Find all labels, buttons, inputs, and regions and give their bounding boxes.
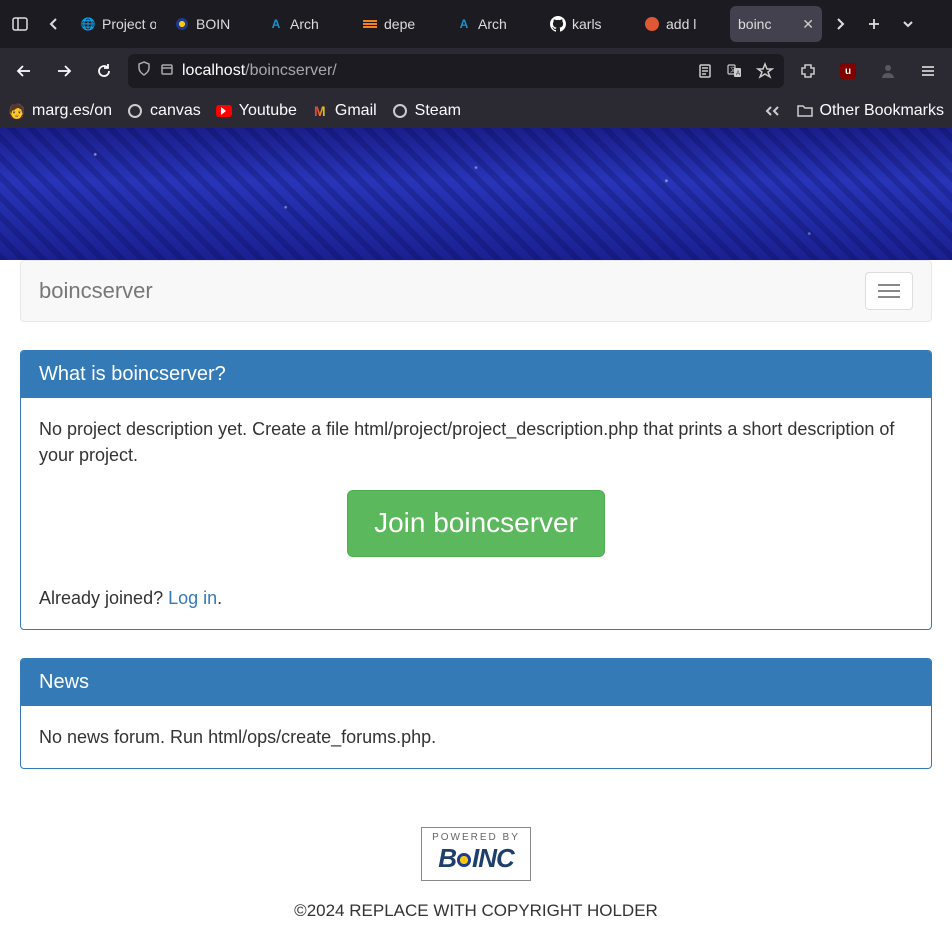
hero-image — [0, 128, 952, 260]
tab-arch-2[interactable]: A Arch — [448, 6, 540, 42]
stackoverflow-icon — [362, 16, 378, 32]
menu-icon[interactable] — [912, 55, 944, 87]
bookmark-canvas[interactable]: canvas — [126, 102, 201, 120]
bookmark-steam[interactable]: Steam — [391, 102, 461, 120]
reader-mode-icon[interactable] — [694, 60, 716, 82]
bookmark-label: Other Bookmarks — [820, 102, 944, 120]
tab-duckduckgo[interactable]: add l — [636, 6, 728, 42]
canvas-icon — [126, 102, 144, 120]
news-body: No news forum. Run html/ops/create_forum… — [21, 706, 931, 768]
join-button[interactable]: Join boincserver — [347, 490, 605, 557]
tab-boinc[interactable]: BOIN — [166, 6, 258, 42]
copyright-text: ©2024 REPLACE WITH COPYRIGHT HOLDER — [0, 901, 952, 921]
bookmarks-bar: 🧑 marg.es/on canvas Youtube M Gmail Stea… — [0, 94, 952, 128]
project-description: No project description yet. Create a fil… — [39, 416, 913, 468]
address-bar[interactable]: localhost/boincserver/ 文A — [128, 54, 784, 88]
nav-toggle-button[interactable] — [865, 272, 913, 310]
login-link[interactable]: Log in — [168, 588, 217, 608]
new-tab-button[interactable] — [858, 8, 890, 40]
tab-label: BOIN — [196, 16, 230, 32]
page-viewport: boincserver What is boincserver? No proj… — [0, 128, 952, 942]
tab-scroll-right-icon[interactable] — [824, 8, 856, 40]
tab-label: depe — [384, 16, 415, 32]
bookmark-gmail[interactable]: M Gmail — [311, 102, 377, 120]
account-icon[interactable] — [872, 55, 904, 87]
tab-arch-1[interactable]: A Arch — [260, 6, 352, 42]
bookmark-label: Gmail — [335, 102, 377, 120]
bookmark-marges[interactable]: 🧑 marg.es/on — [8, 102, 112, 120]
tab-boincserver[interactable]: boinc ✕ — [730, 6, 822, 42]
extensions-icon[interactable] — [792, 55, 824, 87]
tab-project[interactable]: 🌐 Project o — [72, 6, 164, 42]
site-brand[interactable]: boincserver — [39, 278, 153, 304]
bookmark-label: Steam — [415, 102, 461, 120]
tab-stackoverflow[interactable]: depe — [354, 6, 446, 42]
tabs-dropdown-icon[interactable] — [892, 8, 924, 40]
youtube-icon — [215, 102, 233, 120]
gmail-icon: M — [311, 102, 329, 120]
tab-label: karls — [572, 16, 602, 32]
tab-label: Arch — [290, 16, 319, 32]
powered-by-text: POWERED BY — [432, 832, 520, 843]
panel-news: News No news forum. Run html/ops/create_… — [20, 658, 932, 769]
site-navbar: boincserver — [20, 260, 932, 322]
tab-label: Project o — [102, 16, 156, 32]
tab-label: boinc — [738, 16, 771, 32]
arch-icon: A — [268, 16, 284, 32]
bookmark-label: canvas — [150, 102, 201, 120]
svg-text:A: A — [736, 71, 740, 77]
bookmark-youtube[interactable]: Youtube — [215, 102, 297, 120]
panel-what-is: What is boincserver? No project descript… — [20, 350, 932, 630]
panel-title: News — [21, 659, 931, 706]
boinc-logo[interactable]: POWERED BY BINC — [421, 827, 531, 881]
boinc-icon — [174, 16, 190, 32]
tab-scroll-left-icon[interactable] — [38, 8, 70, 40]
github-icon — [550, 16, 566, 32]
panel-title: What is boincserver? — [21, 351, 931, 398]
close-icon[interactable]: ✕ — [802, 16, 814, 33]
boinc-wordmark: BINC — [432, 843, 520, 874]
tab-github[interactable]: karls — [542, 6, 634, 42]
bookmark-label: Youtube — [239, 102, 297, 120]
bookmark-star-icon[interactable] — [754, 60, 776, 82]
forward-button[interactable] — [48, 55, 80, 87]
steam-icon — [391, 102, 409, 120]
tab-label: add l — [666, 16, 696, 32]
bookmark-label: marg.es/on — [32, 102, 112, 120]
back-button[interactable] — [8, 55, 40, 87]
tab-label: Arch — [478, 16, 507, 32]
globe-icon: 🌐 — [80, 16, 96, 32]
reload-button[interactable] — [88, 55, 120, 87]
bookmarks-overflow-icon[interactable] — [764, 104, 782, 118]
translate-icon[interactable]: 文A — [724, 60, 746, 82]
shield-icon[interactable] — [136, 61, 152, 82]
folder-icon — [796, 102, 814, 120]
lock-icon[interactable] — [160, 62, 174, 81]
duckduckgo-icon — [644, 16, 660, 32]
site-icon: 🧑 — [8, 102, 26, 120]
toolbar: localhost/boincserver/ 文A u — [0, 48, 952, 94]
ublock-icon[interactable]: u — [832, 55, 864, 87]
already-joined-text: Already joined? Log in. — [39, 585, 913, 611]
other-bookmarks[interactable]: Other Bookmarks — [796, 102, 944, 120]
tab-strip: 🌐 Project o BOIN A Arch depe A Arch karl… — [0, 0, 952, 48]
arch-icon: A — [456, 16, 472, 32]
footer: POWERED BY BINC ©2024 REPLACE WITH COPYR… — [0, 827, 952, 921]
sidebar-toggle-icon[interactable] — [4, 8, 36, 40]
url-text: localhost/boincserver/ — [182, 62, 337, 80]
